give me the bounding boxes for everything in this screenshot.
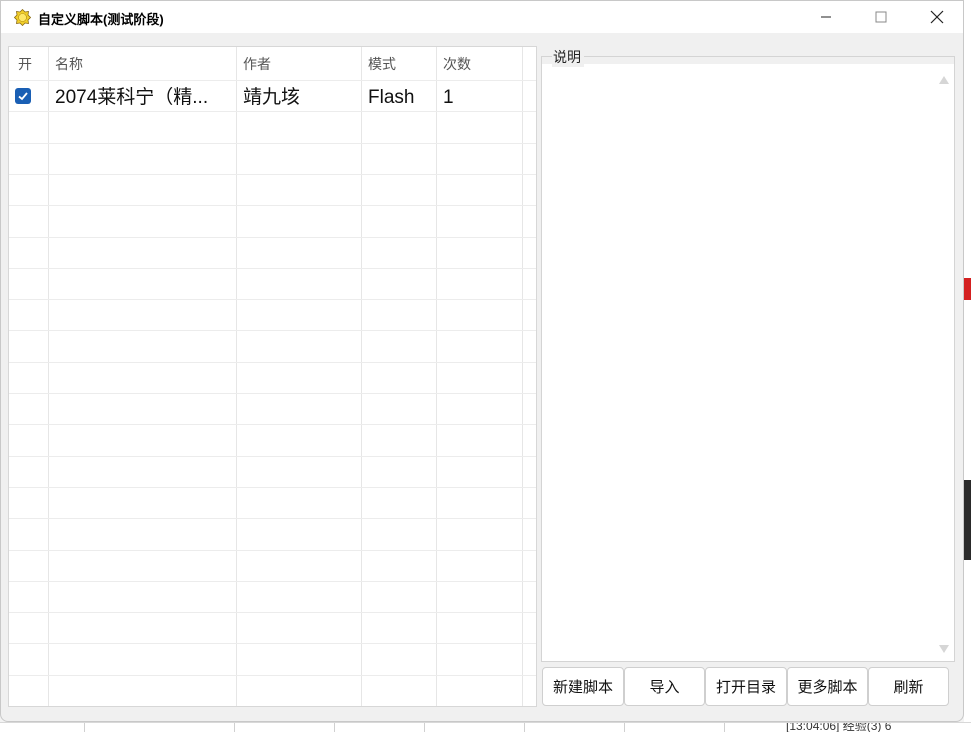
column-divider: [236, 47, 237, 706]
row-divider: [9, 456, 536, 457]
row-divider: [9, 237, 536, 238]
row-divider: [9, 330, 536, 331]
import-button[interactable]: 导入: [624, 667, 705, 706]
script-author-cell[interactable]: 靖九垓: [236, 81, 361, 112]
background-thumbnail: [964, 480, 971, 560]
script-mode-cell[interactable]: Flash: [361, 81, 436, 112]
description-textbox[interactable]: [542, 64, 954, 661]
column-header-mode[interactable]: 模式: [361, 47, 436, 80]
row-divider: [9, 487, 536, 488]
row-divider: [9, 424, 536, 425]
scroll-up-arrow-icon[interactable]: [938, 72, 950, 84]
script-count-cell[interactable]: 1: [436, 81, 522, 112]
column-divider: [436, 47, 437, 706]
row-divider: [9, 362, 536, 363]
background-window-edge: [964, 0, 971, 731]
row-divider: [9, 643, 536, 644]
row-divider: [9, 393, 536, 394]
column-header-name[interactable]: 名称: [48, 47, 236, 80]
maximize-button[interactable]: [858, 1, 904, 33]
column-header-enabled[interactable]: 开: [9, 47, 48, 80]
background-red-block: [964, 278, 971, 300]
refresh-button[interactable]: 刷新: [868, 667, 949, 706]
script-list[interactable]: 开 名称 作者 模式 次数 2074莱科宁（精... 靖九垓 Flash 1: [8, 46, 537, 707]
maximize-icon: [875, 11, 887, 23]
open-directory-button[interactable]: 打开目录: [705, 667, 787, 706]
close-icon: [930, 10, 944, 24]
column-divider: [522, 47, 523, 706]
title-bar[interactable]: 自定义脚本(测试阶段): [1, 1, 963, 33]
script-name-cell[interactable]: 2074莱科宁（精...: [48, 81, 236, 112]
row-divider: [9, 675, 536, 676]
row-divider: [9, 550, 536, 551]
row-divider: [9, 612, 536, 613]
row-divider: [9, 581, 536, 582]
column-header-author[interactable]: 作者: [236, 47, 361, 80]
row-divider: [9, 518, 536, 519]
row-divider: [9, 174, 536, 175]
checkmark-icon: [18, 92, 28, 101]
minimize-button[interactable]: [803, 1, 849, 33]
row-divider: [9, 706, 537, 707]
window-title: 自定义脚本(测试阶段): [38, 12, 164, 27]
scroll-down-arrow-icon[interactable]: [938, 641, 950, 653]
column-divider: [361, 47, 362, 706]
minimize-icon: [821, 16, 831, 18]
column-header-count[interactable]: 次数: [436, 47, 522, 80]
close-button[interactable]: [914, 1, 960, 33]
row-divider: [9, 143, 536, 144]
app-icon: [13, 8, 32, 27]
description-label: 说明: [552, 47, 584, 67]
row-divider: [9, 205, 536, 206]
new-script-button[interactable]: 新建脚本: [542, 667, 624, 706]
column-divider: [48, 47, 49, 706]
script-enabled-checkbox[interactable]: [15, 88, 31, 104]
row-divider: [9, 299, 536, 300]
row-divider: [9, 268, 536, 269]
more-scripts-button[interactable]: 更多脚本: [787, 667, 868, 706]
